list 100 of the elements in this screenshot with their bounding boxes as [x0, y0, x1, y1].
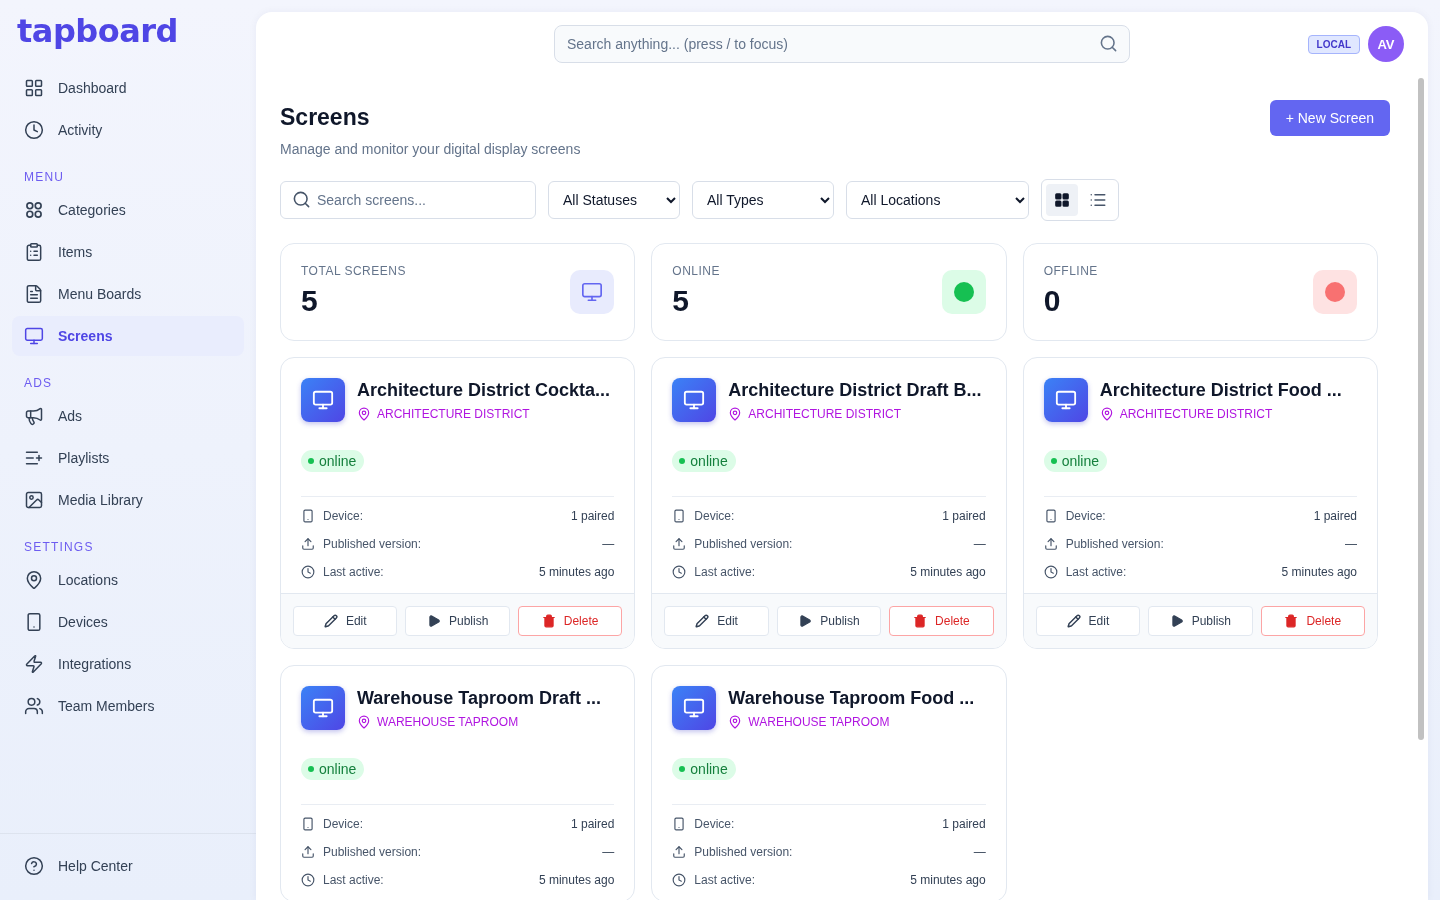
monitor-icon: [312, 697, 334, 719]
status-badge: online: [301, 450, 365, 472]
location-pin-icon: [357, 715, 371, 729]
publish-button[interactable]: Publish: [776, 606, 882, 636]
detail-value: —: [602, 845, 615, 859]
play-icon: [1169, 614, 1184, 628]
edit-button[interactable]: Edit: [1035, 606, 1141, 636]
detail-label: Published version:: [694, 537, 794, 551]
detail-value: 5 minutes ago: [538, 565, 615, 579]
pencil-icon: [1066, 614, 1081, 628]
detail-label: Device:: [323, 817, 364, 831]
detail-value: 1 paired: [570, 509, 615, 523]
document-icon: [24, 284, 44, 304]
clock-icon: [301, 565, 315, 579]
sidebar-item[interactable]: Integrations: [12, 644, 244, 684]
sidebar-item[interactable]: Ads: [12, 396, 244, 436]
clipboard-icon: [24, 242, 44, 262]
screen-title: Architecture District Food ...: [1099, 380, 1342, 401]
play-icon: [798, 614, 813, 628]
detail-label: Published version:: [1065, 537, 1165, 551]
delete-button[interactable]: Delete: [1260, 606, 1365, 636]
detail-label: Last active:: [323, 873, 385, 887]
clock-icon: [301, 873, 315, 887]
location-pin-icon: [1099, 407, 1114, 421]
grid-icon: [24, 78, 44, 98]
list-icon: [1089, 191, 1107, 209]
sidebar-item[interactable]: Locations: [12, 560, 244, 600]
screen-title: Warehouse Taproom Food ...: [728, 688, 975, 709]
sidebar-item[interactable]: Help Center: [12, 846, 244, 886]
status-badge: online: [672, 758, 736, 780]
sidebar-item[interactable]: Playlists: [12, 438, 244, 478]
monitor-icon: [1054, 389, 1077, 411]
publish-button[interactable]: Publish: [405, 606, 510, 636]
grid-view-button[interactable]: [1046, 184, 1078, 216]
monitor-icon: [312, 389, 334, 411]
sidebar-item[interactable]: Activity: [12, 110, 244, 150]
filter-dropdown[interactable]: All Statuses: [548, 181, 680, 219]
monitor-icon: [24, 326, 44, 346]
sidebar-item[interactable]: Categories: [12, 190, 244, 230]
sidebar-item[interactable]: Menu Boards: [12, 274, 244, 314]
edit-button[interactable]: Edit: [664, 606, 769, 636]
search-icon: [1099, 34, 1118, 53]
brand-logo[interactable]: tapboard: [12, 12, 244, 50]
sidebar-item[interactable]: Items: [12, 232, 244, 272]
stat-value: 5: [672, 284, 690, 318]
monitor-icon: [683, 389, 706, 411]
delete-button[interactable]: Delete: [517, 606, 623, 636]
monitor-icon: [683, 697, 706, 719]
clock-icon: [672, 565, 687, 579]
detail-value: —: [973, 845, 986, 859]
detail-label: Published version:: [323, 537, 423, 551]
detail-label: Device:: [694, 509, 736, 523]
publish-button[interactable]: Publish: [1148, 606, 1253, 636]
sidebar-item[interactable]: Team Members: [12, 686, 244, 726]
phone-icon: [672, 817, 687, 831]
screen-search-field[interactable]: Search screens...: [280, 181, 536, 219]
user-avatar[interactable]: AV: [1368, 26, 1404, 62]
detail-value: —: [602, 537, 615, 551]
upload-icon: [1043, 537, 1058, 551]
detail-label: Published version:: [323, 845, 423, 859]
section-heading: SETTINGS: [23, 540, 95, 554]
filter-dropdown[interactable]: All Locations: [846, 181, 1029, 219]
detail-label: Device:: [694, 817, 736, 831]
detail-value: 5 minutes ago: [910, 565, 986, 579]
trash-icon: [913, 614, 928, 628]
stat-label: ONLINE: [672, 264, 720, 278]
trash-icon: [541, 614, 556, 628]
edit-button[interactable]: Edit: [293, 606, 398, 636]
stat-label: TOTAL SCREENS: [301, 264, 406, 278]
delete-button[interactable]: Delete: [889, 606, 994, 636]
sidebar-item[interactable]: Devices: [12, 602, 244, 642]
location-pin-icon: [24, 570, 44, 590]
sidebar-item[interactable]: Screens: [12, 316, 244, 356]
detail-value: 1 paired: [1313, 509, 1357, 523]
screen-location: ARCHITECTURE DISTRICT: [748, 407, 901, 421]
status-badge: online: [1043, 450, 1108, 472]
filter-dropdown[interactable]: All Types: [692, 181, 834, 219]
detail-label: Last active:: [694, 565, 757, 579]
location-pin-icon: [728, 407, 743, 421]
detail-label: Last active:: [323, 565, 385, 579]
detail-value: 1 paired: [942, 509, 986, 523]
upload-icon: [672, 845, 687, 859]
play-icon: [426, 614, 441, 628]
upload-icon: [301, 845, 315, 859]
screen-location: ARCHITECTURE DISTRICT: [1119, 407, 1273, 421]
screen-title: Architecture District Draft B...: [728, 380, 982, 401]
detail-label: Last active:: [1065, 565, 1128, 579]
status-badge: online: [672, 450, 736, 472]
sidebar-item[interactable]: Media Library: [12, 480, 244, 520]
global-search-field[interactable]: Search anything... (press / to focus): [554, 25, 1130, 63]
phone-icon: [301, 509, 315, 523]
sidebar-item[interactable]: Dashboard: [12, 68, 244, 108]
new-screen-button[interactable]: + New Screen: [1269, 100, 1390, 136]
screen-location: WAREHOUSE TAPROOM: [748, 715, 890, 729]
detail-value: 1 paired: [570, 817, 615, 831]
clock-icon: [24, 120, 44, 140]
page-title: Screens: [280, 104, 371, 131]
pencil-icon: [323, 614, 338, 628]
scrollbar-thumb[interactable]: [1418, 78, 1424, 740]
lightning-icon: [24, 654, 44, 674]
